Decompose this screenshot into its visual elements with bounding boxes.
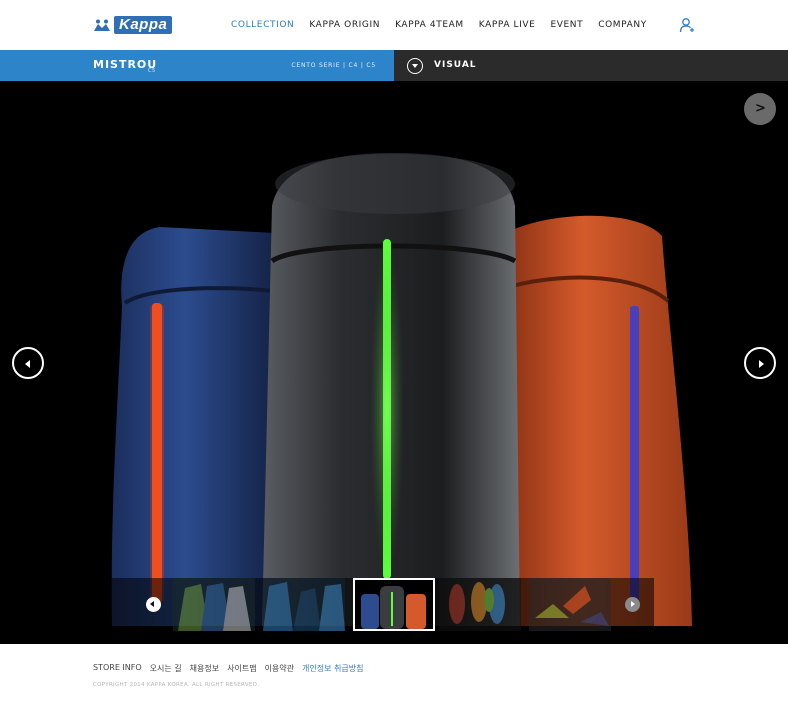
product-bags-image xyxy=(111,153,692,626)
jackets-blue-image xyxy=(263,578,345,631)
next-slide-button[interactable] xyxy=(744,347,776,379)
series-label: CENTO SERIE | C4 | C5 xyxy=(291,62,376,69)
thumbnail-bags[interactable] xyxy=(353,578,435,631)
user-add-icon[interactable] xyxy=(679,17,695,33)
shoes-image xyxy=(439,578,521,631)
thumbnail-shoes-orange[interactable] xyxy=(529,578,611,631)
nav-event[interactable]: EVENT xyxy=(550,19,583,31)
product-visual-stage: > xyxy=(0,81,788,644)
product-model: C5 xyxy=(148,68,156,74)
footer-directions[interactable]: 오시는 길 xyxy=(150,663,182,674)
thumbnail-jackets-blue[interactable] xyxy=(263,578,345,631)
site-header: Kappa COLLECTION KAPPA ORIGIN KAPPA 4TEA… xyxy=(0,0,788,50)
thumbnail-strip xyxy=(109,578,654,631)
footer-privacy-policy[interactable]: 개인정보 취급방침 xyxy=(302,663,363,674)
thumbnail-prev-button[interactable] xyxy=(146,597,161,612)
share-button[interactable]: > xyxy=(744,93,776,125)
nav-collection[interactable]: COLLECTION xyxy=(231,19,294,31)
footer-sitemap[interactable]: 사이트맵 xyxy=(227,663,256,674)
nav-kappa-4team[interactable]: KAPPA 4TEAM xyxy=(395,19,464,31)
jackets-image xyxy=(173,578,255,631)
nav-kappa-origin[interactable]: KAPPA ORIGIN xyxy=(309,19,380,31)
bags-image xyxy=(355,580,433,629)
site-footer: STORE INFO 오시는 길 채용정보 사이트맵 이용약관 개인정보 취급방… xyxy=(0,644,788,707)
share-arrow-icon: > xyxy=(755,101,766,116)
arrow-right-icon xyxy=(759,360,764,368)
logo-text: Kappa xyxy=(114,16,173,34)
main-nav: COLLECTION KAPPA ORIGIN KAPPA 4TEAM KAPP… xyxy=(231,19,662,31)
kappa-logo[interactable]: Kappa xyxy=(93,16,173,34)
thumbnail-next-button[interactable] xyxy=(625,597,640,612)
footer-store-info[interactable]: STORE INFO xyxy=(93,663,142,674)
copyright-text: COPYRIGHT 2014 KAPPA KOREA. ALL RIGHT RE… xyxy=(93,682,260,688)
kappa-omini-icon xyxy=(94,19,110,31)
arrow-left-icon xyxy=(25,360,30,368)
visual-dropdown-label[interactable]: VISUAL xyxy=(434,60,477,70)
shoes-orange-image xyxy=(529,578,611,631)
nav-company[interactable]: COMPANY xyxy=(598,19,647,31)
footer-terms[interactable]: 이용약관 xyxy=(265,663,294,674)
prev-slide-button[interactable] xyxy=(12,347,44,379)
footer-careers[interactable]: 채용정보 xyxy=(190,663,219,674)
visual-bar: VISUAL xyxy=(394,50,788,81)
caret-left-icon xyxy=(150,601,154,607)
product-bar: MISTROU C5 CENTO SERIE | C4 | C5 xyxy=(0,50,394,81)
thumbnail-jackets-green-blue[interactable] xyxy=(173,578,255,631)
nav-kappa-live[interactable]: KAPPA LIVE xyxy=(479,19,536,31)
chevron-down-circle-icon[interactable] xyxy=(407,58,423,74)
thumbnail-shoes-mixed[interactable] xyxy=(439,578,521,631)
caret-right-icon xyxy=(631,601,635,607)
footer-links: STORE INFO 오시는 길 채용정보 사이트맵 이용약관 개인정보 취급방… xyxy=(93,663,371,674)
